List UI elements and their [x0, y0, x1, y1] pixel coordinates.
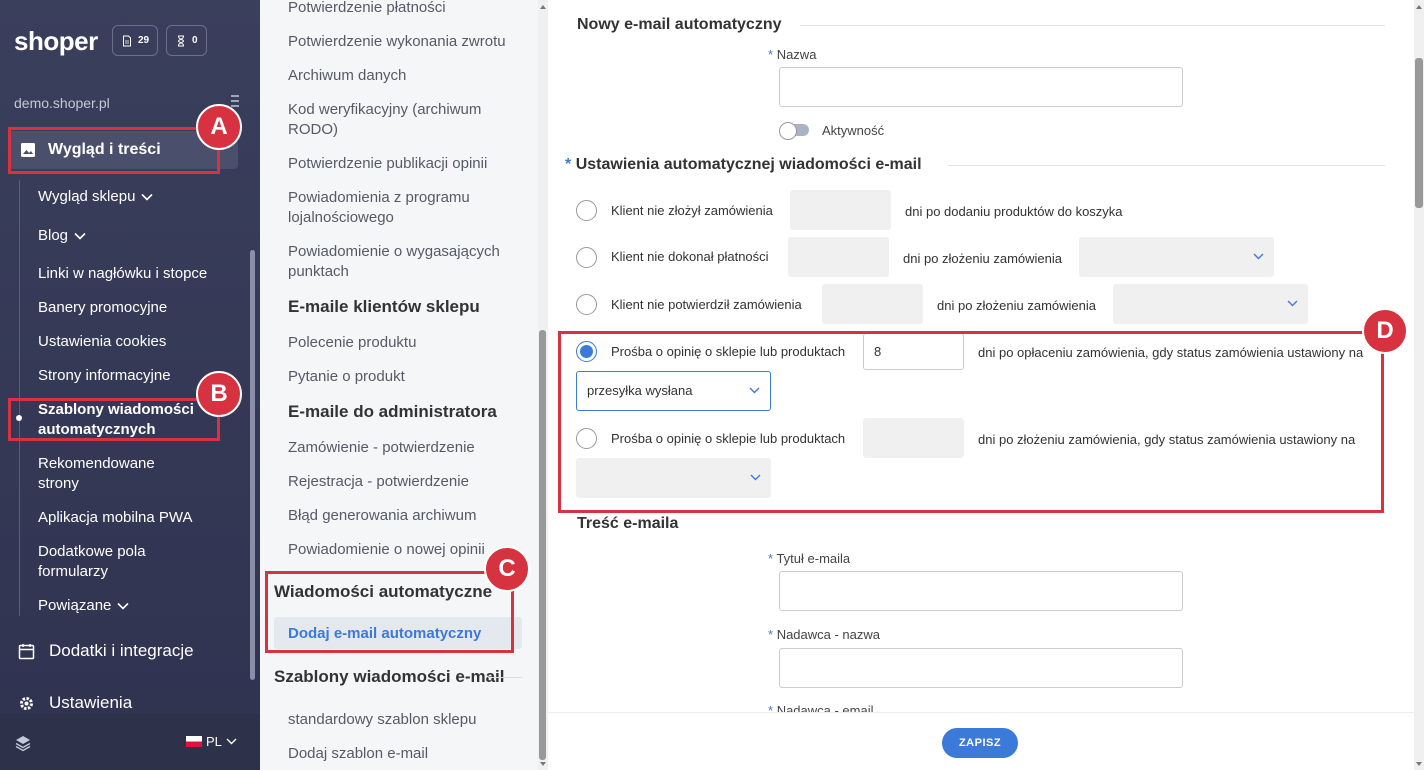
marker-d: D [1362, 308, 1408, 354]
menu-item-data-archive[interactable]: Archiwum danych [288, 66, 528, 86]
menu-item-archive-error[interactable]: Błąd generowania archiwum [288, 506, 528, 526]
heading-admin-emails: E-maile do administratora [288, 402, 497, 421]
active-toggle[interactable] [779, 122, 809, 140]
menu-item-review-publication[interactable]: Potwierdzenie publikacji opinii [288, 154, 528, 174]
nav-settings[interactable]: Ustawienia [18, 693, 132, 713]
sidebar-item-related[interactable]: Powiązane [38, 596, 228, 616]
tasks-badge[interactable]: 0 [166, 25, 207, 56]
scroll-down-arrow-icon[interactable] [539, 760, 547, 768]
marker-a: A [196, 104, 242, 150]
option-suffix-no-payment: dni po złożeniu zamówienia [903, 251, 1062, 266]
name-label: * Nazwa [768, 47, 817, 62]
chevron-down-icon [1253, 253, 1264, 260]
menu-item-add-template[interactable]: Dodaj szablon e-mail [288, 744, 528, 764]
orders-count: 29 [138, 35, 150, 46]
days-input-no-payment[interactable] [788, 237, 889, 277]
secondary-menu-scroll-thumb[interactable] [539, 330, 546, 760]
section-divider [948, 165, 1385, 166]
sender-name-label: * Nadawca - nazwa [768, 627, 881, 642]
days-input-no-confirmation[interactable] [822, 284, 923, 324]
language-selector[interactable]: PL [186, 734, 237, 749]
heading-divider [488, 677, 522, 678]
chevron-down-icon [1287, 300, 1298, 307]
orders-badge[interactable]: 29 [112, 25, 159, 56]
marker-b: B [196, 371, 242, 417]
menu-item-payment-confirmation[interactable]: Potwierdzenie płatności [288, 0, 528, 18]
menu-item-standard-template[interactable]: standardowy szablon sklepu [288, 710, 528, 730]
secondary-menu: Potwierdzenie płatności Potwierdzenie wy… [260, 0, 548, 770]
scroll-down-arrow-icon[interactable] [1415, 760, 1423, 768]
option-suffix-no-confirmation: dni po złożeniu zamówienia [937, 298, 1096, 313]
sender-email-label: * Nadawca - email [768, 703, 874, 712]
menu-item-loyalty-notifications[interactable]: Powiadomienia z programu lojalnościowego [288, 188, 488, 228]
section-title-content: Treść e-maila [577, 515, 679, 532]
page-scroll-thumb[interactable] [1415, 58, 1423, 208]
gear-icon [20, 696, 33, 710]
highlight-box-a [8, 127, 220, 174]
option-suffix-no-order: dni po dodaniu produktów do koszyka [905, 204, 1123, 219]
chevron-down-icon [226, 738, 237, 745]
save-button[interactable]: ZAPISZ [942, 728, 1018, 758]
name-input[interactable] [779, 67, 1183, 107]
layers-icon[interactable] [14, 734, 32, 752]
sidebar-item-recommended[interactable]: Rekomendowane strony [38, 454, 178, 494]
heading-client-emails: E-maile klientów sklepu [288, 297, 480, 316]
poland-flag-icon [186, 736, 202, 747]
section-title-new-email: Nowy e-mail automatyczny [577, 16, 782, 33]
menu-item-product-question[interactable]: Pytanie o produkt [288, 367, 528, 387]
option-label-no-confirmation: Klient nie potwierdził zamówienia [611, 297, 802, 312]
highlight-box-d [558, 331, 1384, 513]
sidebar-scrollbar[interactable] [250, 250, 255, 680]
scroll-up-arrow-icon[interactable] [539, 3, 547, 11]
shoper-logo[interactable]: shoper [14, 26, 98, 57]
sidebar-item-blog[interactable]: Blog [38, 226, 228, 246]
section-title-settings: * Ustawienia automatycznej wiadomości e-… [565, 156, 922, 173]
chevron-down-icon [74, 232, 86, 240]
marker-c: C [484, 546, 530, 592]
menu-item-registration-confirmation[interactable]: Rejestracja - potwierdzenie [288, 472, 528, 492]
highlight-box-c [265, 571, 514, 653]
footer-divider [548, 712, 1414, 713]
hourglass-icon [177, 35, 185, 46]
menu-item-product-recommendation[interactable]: Polecenie produktu [288, 333, 528, 353]
scroll-up-arrow-icon[interactable] [1415, 3, 1423, 11]
document-icon [123, 35, 131, 46]
sidebar-item-banners[interactable]: Banery promocyjne [38, 298, 228, 318]
heading-email-templates: Szablony wiadomości e-mail [274, 667, 505, 686]
shop-url[interactable]: demo.shoper.pl [14, 95, 110, 111]
menu-item-verification-code[interactable]: Kod weryfikacyjny (archiwum RODO) [288, 100, 503, 140]
menu-item-order-confirmation[interactable]: Zamówienie - potwierdzenie [288, 438, 528, 458]
option-label-no-payment: Klient nie dokonał płatności [611, 249, 769, 264]
radio-no-confirmation[interactable] [576, 294, 597, 315]
radio-no-payment[interactable] [576, 247, 597, 268]
sidebar-item-links[interactable]: Linki w nagłówku i stopce [38, 264, 228, 284]
sidebar-item-form-fields[interactable]: Dodatkowe pola formularzy [38, 542, 178, 582]
section-divider [800, 25, 1385, 26]
tasks-count: 0 [192, 35, 198, 46]
sender-name-input[interactable] [779, 648, 1183, 688]
menu-item-expiring-points[interactable]: Powiadomienie o wygasających punktach [288, 242, 508, 282]
nav-addons[interactable]: Dodatki i integracje [18, 641, 194, 661]
menu-item-return-confirmation[interactable]: Potwierdzenie wykonania zwrotu [288, 32, 528, 52]
status-select-no-payment[interactable] [1079, 237, 1274, 277]
status-select-no-confirmation[interactable] [1113, 284, 1308, 324]
chevron-down-icon [117, 602, 129, 610]
sidebar-item-pwa[interactable]: Aplikacja mobilna PWA [38, 508, 228, 528]
sidebar-item-shop-look[interactable]: Wygląd sklepu [38, 187, 228, 207]
subject-input[interactable] [779, 571, 1183, 611]
calendar-icon [18, 643, 35, 659]
active-label: Aktywność [822, 123, 885, 138]
days-input-no-order[interactable] [790, 190, 891, 230]
highlight-box-b [8, 398, 220, 441]
subject-label: * Tytuł e-maila [768, 551, 851, 566]
sidebar-item-cookies[interactable]: Ustawienia cookies [38, 332, 228, 352]
chevron-down-icon [141, 193, 153, 201]
option-label-no-order: Klient nie złożył zamówienia [611, 203, 773, 218]
radio-no-order[interactable] [576, 200, 597, 221]
